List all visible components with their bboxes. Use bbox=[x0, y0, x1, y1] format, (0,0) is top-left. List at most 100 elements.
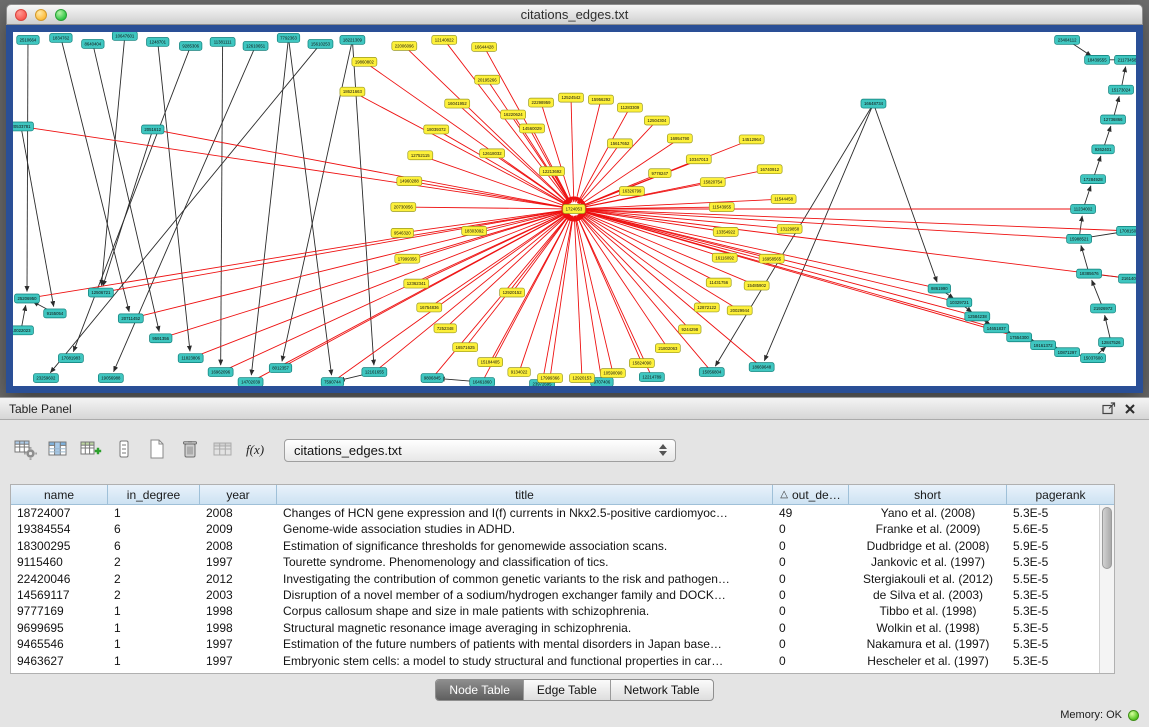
zoom-window-button[interactable] bbox=[55, 9, 67, 21]
network-node[interactable]: 16740912 bbox=[757, 165, 782, 174]
network-node[interactable]: 7252348 bbox=[434, 324, 456, 333]
network-node[interactable]: 15610253 bbox=[308, 39, 333, 48]
function-builder-icon[interactable]: f(x) bbox=[243, 438, 269, 462]
table-row[interactable]: 969969511998Structural magnetic resonanc… bbox=[11, 620, 1099, 636]
column-header-out_degree[interactable]: △out_de… bbox=[773, 485, 849, 505]
network-node[interactable]: 7590744 bbox=[321, 378, 343, 386]
network-node[interactable]: 19056988 bbox=[98, 374, 123, 383]
network-node[interactable]: 20029944 bbox=[727, 306, 752, 315]
network-node[interactable]: 14960288 bbox=[397, 177, 422, 186]
delete-table-icon[interactable] bbox=[177, 438, 203, 462]
network-node[interactable]: 9134022 bbox=[508, 368, 530, 377]
network-node[interactable]: 12920153 bbox=[570, 374, 595, 383]
table-row[interactable]: 911546021997Tourette syndrome. Phenomeno… bbox=[11, 554, 1099, 570]
float-panel-icon[interactable] bbox=[1098, 402, 1120, 415]
network-node[interactable]: 11823806 bbox=[178, 354, 203, 363]
minimize-window-button[interactable] bbox=[35, 9, 47, 21]
table-row[interactable]: 1830029562008Estimation of significance … bbox=[11, 538, 1099, 554]
network-node[interactable]: 21802063 bbox=[655, 344, 680, 353]
new-table-icon[interactable] bbox=[144, 438, 170, 462]
network-node[interactable]: 15617652 bbox=[607, 139, 632, 148]
network-node[interactable]: 10590090 bbox=[600, 369, 625, 378]
select-columns-icon[interactable] bbox=[45, 438, 71, 462]
network-node[interactable]: 10022023 bbox=[13, 326, 33, 335]
network-node[interactable]: 12362341 bbox=[404, 279, 429, 288]
network-node[interactable]: 17081983 bbox=[58, 354, 83, 363]
tab-node-table[interactable]: Node Table bbox=[436, 680, 524, 700]
network-node[interactable]: 12524542 bbox=[559, 93, 584, 102]
column-header-short[interactable]: short bbox=[849, 485, 1007, 505]
network-node[interactable]: 17999356 bbox=[395, 254, 420, 263]
tab-network-table[interactable]: Network Table bbox=[611, 680, 713, 700]
network-node[interactable]: 16958565 bbox=[759, 254, 784, 263]
network-node[interactable]: 21926972 bbox=[1091, 304, 1116, 313]
network-node[interactable]: 9861990 bbox=[928, 284, 950, 293]
network-node[interactable]: 15820754 bbox=[700, 178, 725, 187]
column-header-title[interactable]: title bbox=[277, 485, 773, 505]
network-node[interactable]: 20711452 bbox=[118, 314, 143, 323]
network-node[interactable]: 16571625 bbox=[453, 343, 478, 352]
network-node[interactable]: 9155054 bbox=[44, 309, 66, 318]
network-node[interactable]: 11234002 bbox=[1071, 205, 1096, 214]
tab-edge-table[interactable]: Edge Table bbox=[524, 680, 611, 700]
network-node[interactable]: 20730056 bbox=[391, 203, 416, 212]
network-node[interactable]: 12506721 bbox=[88, 288, 113, 297]
network-node[interactable]: 16116092 bbox=[712, 253, 737, 262]
network-node[interactable]: 9546320 bbox=[391, 228, 413, 237]
close-window-button[interactable] bbox=[15, 9, 27, 21]
network-node[interactable]: 23259602 bbox=[33, 374, 58, 383]
network-node[interactable]: 21173458 bbox=[1115, 55, 1136, 64]
network-node[interactable]: 14651837 bbox=[984, 324, 1009, 333]
network-node[interactable]: 12161655 bbox=[362, 368, 387, 377]
network-node[interactable]: 1834762 bbox=[50, 33, 72, 42]
window-titlebar[interactable]: citations_edges.txt bbox=[6, 4, 1143, 25]
network-node[interactable]: 12584238 bbox=[965, 312, 990, 321]
network-node[interactable]: 1724053 bbox=[563, 205, 585, 214]
network-node[interactable]: 14560029 bbox=[520, 124, 545, 133]
network-canvas[interactable]: 2510664183476286404041064760112487019285… bbox=[13, 32, 1136, 386]
network-node[interactable]: 17284928 bbox=[1081, 175, 1106, 184]
network-node[interactable]: 12140822 bbox=[432, 35, 457, 44]
network-node[interactable]: 16648734 bbox=[861, 99, 886, 108]
row-list-icon[interactable] bbox=[111, 438, 137, 462]
table-row[interactable]: 946554611997Estimation of the future num… bbox=[11, 636, 1099, 652]
network-node[interactable]: 8012357 bbox=[269, 364, 291, 373]
network-node[interactable]: 12610651 bbox=[243, 41, 268, 50]
network-node[interactable]: 23404112 bbox=[1055, 35, 1080, 44]
network-node[interactable]: 11431756 bbox=[706, 278, 731, 287]
network-node[interactable]: 1248701 bbox=[147, 37, 169, 46]
network-node[interactable]: 18439555 bbox=[1085, 55, 1110, 64]
network-node[interactable]: 16962096 bbox=[208, 368, 233, 377]
network-node[interactable]: 11381111 bbox=[210, 37, 235, 46]
network-node[interactable]: 17999366 bbox=[538, 374, 563, 383]
table-row[interactable]: 2242004622012Investigating the contribut… bbox=[11, 571, 1099, 587]
column-header-year[interactable]: year bbox=[200, 485, 277, 505]
network-node[interactable]: 10871297 bbox=[1055, 348, 1080, 357]
network-node[interactable]: 15184405 bbox=[478, 358, 503, 367]
network-node[interactable]: 12618032 bbox=[480, 149, 505, 158]
network-node[interactable]: 9244298 bbox=[679, 325, 701, 334]
network-node[interactable]: 14702039 bbox=[238, 378, 263, 386]
network-node[interactable]: 16954790 bbox=[667, 134, 692, 143]
vertical-scrollbar[interactable] bbox=[1099, 505, 1114, 673]
network-node[interactable]: 25206950 bbox=[14, 294, 39, 303]
network-node[interactable]: 21614000 bbox=[1119, 274, 1136, 283]
network-node[interactable]: 16220624 bbox=[501, 110, 526, 119]
column-header-pagerank[interactable]: pagerank bbox=[1007, 485, 1114, 505]
network-node[interactable]: 10347013 bbox=[686, 155, 711, 164]
network-node[interactable]: 2510664 bbox=[17, 35, 39, 44]
network-node[interactable]: 17081504 bbox=[1117, 226, 1136, 235]
network-node[interactable]: 12736866 bbox=[1101, 115, 1126, 124]
network-node[interactable]: 14512964 bbox=[739, 135, 764, 144]
network-node[interactable]: 18621663 bbox=[340, 87, 365, 96]
network-node[interactable]: 12214789 bbox=[639, 373, 664, 382]
table-settings-icon[interactable] bbox=[12, 438, 38, 462]
network-node[interactable]: 12752115 bbox=[408, 151, 433, 160]
network-node[interactable]: 15037600 bbox=[1081, 354, 1106, 363]
network-node[interactable]: 15956292 bbox=[588, 95, 613, 104]
network-node[interactable]: 15485902 bbox=[744, 281, 769, 290]
network-node[interactable]: 8640404 bbox=[82, 39, 104, 48]
network-node[interactable]: 18385676 bbox=[1077, 269, 1102, 278]
close-panel-icon[interactable] bbox=[1120, 403, 1140, 415]
network-node[interactable]: 12504304 bbox=[644, 116, 669, 125]
